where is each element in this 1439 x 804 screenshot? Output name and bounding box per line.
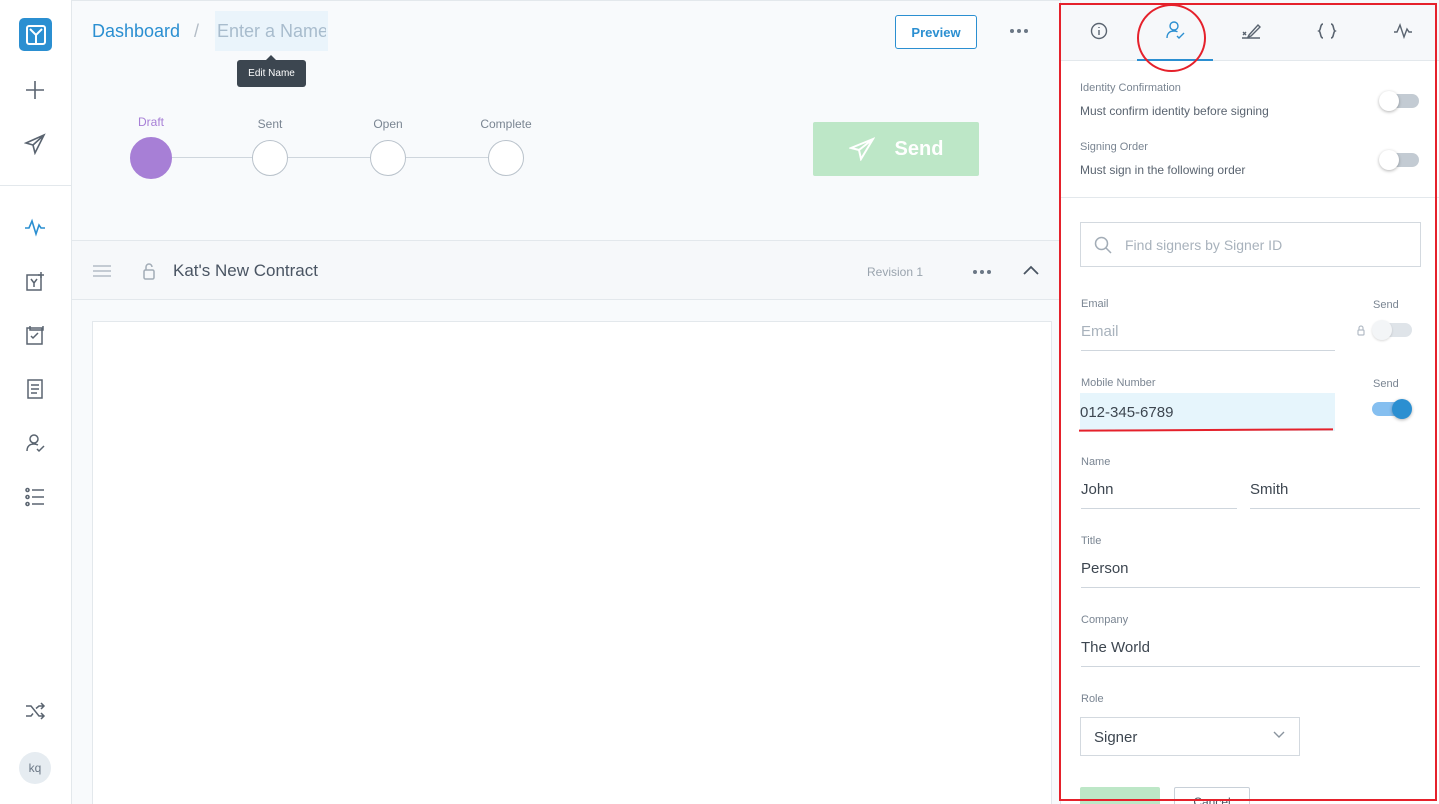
mobile-send-toggle[interactable] <box>1372 399 1412 419</box>
send-plane-icon <box>848 137 875 161</box>
identity-confirmation-title: Identity Confirmation <box>1080 82 1181 94</box>
breadcrumb-separator: / <box>194 21 200 41</box>
edit-name-tooltip: Edit Name <box>237 55 306 87</box>
step-connector <box>406 157 488 158</box>
list-nav-icon[interactable] <box>14 476 56 518</box>
email-send-toggle[interactable] <box>1372 320 1412 340</box>
chevron-down-icon <box>1273 731 1285 738</box>
lock-icon[interactable] <box>142 262 156 280</box>
document-title: Kat's New Contract <box>173 261 318 280</box>
main-area: Dashboard / Edit Name Preview Draft Sent… <box>72 0 1060 804</box>
step-sent-label: Sent <box>257 117 283 131</box>
name-label: Name <box>1081 456 1111 468</box>
step-connector <box>170 157 252 158</box>
revision-label: Revision 1 <box>867 265 924 279</box>
tab-signature[interactable] <box>1213 0 1289 61</box>
company-field[interactable] <box>1081 629 1420 667</box>
step-draft-dot <box>130 137 172 179</box>
create-new-icon[interactable] <box>14 69 56 111</box>
role-label: Role <box>1081 693 1104 705</box>
title-label: Title <box>1081 535 1102 547</box>
panel-divider <box>1061 197 1439 198</box>
signing-order-title: Signing Order <box>1080 141 1148 153</box>
tab-info[interactable] <box>1061 0 1137 61</box>
tab-activity[interactable] <box>1365 0 1439 61</box>
signer-search-input[interactable] <box>1125 223 1415 266</box>
annotation-underline <box>1078 428 1334 432</box>
tasks-nav-icon[interactable] <box>14 314 56 356</box>
panel-tabs <box>1061 0 1439 72</box>
tab-variables[interactable] <box>1289 0 1365 61</box>
send-nav-icon[interactable] <box>14 123 56 165</box>
templates-nav-icon[interactable] <box>14 260 56 302</box>
email-send-label: Send <box>1373 299 1399 311</box>
shuffle-icon[interactable] <box>14 690 56 732</box>
mobile-send-label: Send <box>1373 378 1399 390</box>
info-icon <box>1090 22 1108 39</box>
role-select[interactable]: Signer <box>1080 717 1300 756</box>
breadcrumb-dashboard[interactable]: Dashboard <box>92 21 180 42</box>
signing-order-toggle[interactable] <box>1379 150 1419 170</box>
document-canvas[interactable] <box>92 321 1052 804</box>
company-label: Company <box>1081 614 1129 626</box>
activity-icon <box>1394 22 1412 39</box>
email-label: Email <box>1081 298 1109 310</box>
documents-nav-icon[interactable] <box>14 368 56 410</box>
identity-confirmation-desc: Must confirm identity before signing <box>1080 104 1269 118</box>
first-name-field[interactable] <box>1081 471 1237 509</box>
cancel-button[interactable]: Cancel <box>1174 787 1250 804</box>
step-open-label: Open <box>373 117 403 131</box>
signer-icon <box>1166 20 1185 39</box>
mobile-number-field[interactable] <box>1080 393 1335 431</box>
send-button[interactable]: Send <box>813 122 979 176</box>
document-header: Kat's New Contract Revision 1 <box>72 240 1060 300</box>
activity-nav-icon[interactable] <box>14 206 56 248</box>
braces-icon <box>1317 22 1337 39</box>
signer-panel: Identity Confirmation Must confirm ident… <box>1060 0 1439 804</box>
step-draft-label: Draft <box>137 115 164 129</box>
drag-handle-icon[interactable] <box>93 264 111 278</box>
step-sent-dot <box>252 140 288 176</box>
topbar: Dashboard / Edit Name Preview Draft Sent… <box>72 0 1060 240</box>
chevron-up-icon[interactable] <box>1023 265 1039 275</box>
search-icon <box>1094 236 1112 254</box>
app-logo-icon[interactable] <box>19 18 52 51</box>
signature-icon <box>1242 23 1261 39</box>
rail-divider <box>0 185 72 186</box>
save-button[interactable] <box>1080 787 1160 804</box>
email-field[interactable] <box>1081 313 1335 351</box>
mobile-label: Mobile Number <box>1081 377 1156 389</box>
signers-nav-icon[interactable] <box>14 422 56 464</box>
signing-order-desc: Must sign in the following order <box>1080 163 1246 177</box>
document-name-input[interactable] <box>215 11 328 51</box>
role-select-value: Signer <box>1094 729 1138 746</box>
tab-signers[interactable] <box>1137 0 1213 61</box>
title-field[interactable] <box>1081 550 1420 588</box>
document-more-icon[interactable] <box>973 270 991 274</box>
signer-search <box>1080 222 1421 267</box>
user-avatar[interactable]: kq <box>19 752 51 784</box>
lock-icon <box>1357 325 1365 336</box>
more-options-icon[interactable] <box>1010 29 1028 33</box>
send-button-label: Send <box>894 137 944 160</box>
preview-button[interactable]: Preview <box>895 15 977 49</box>
step-complete-dot <box>488 140 524 176</box>
step-open-dot <box>370 140 406 176</box>
last-name-field[interactable] <box>1250 471 1420 509</box>
left-rail: kq <box>0 0 72 804</box>
identity-confirmation-toggle[interactable] <box>1379 91 1419 111</box>
step-connector <box>288 157 370 158</box>
step-complete-label: Complete <box>480 117 532 131</box>
